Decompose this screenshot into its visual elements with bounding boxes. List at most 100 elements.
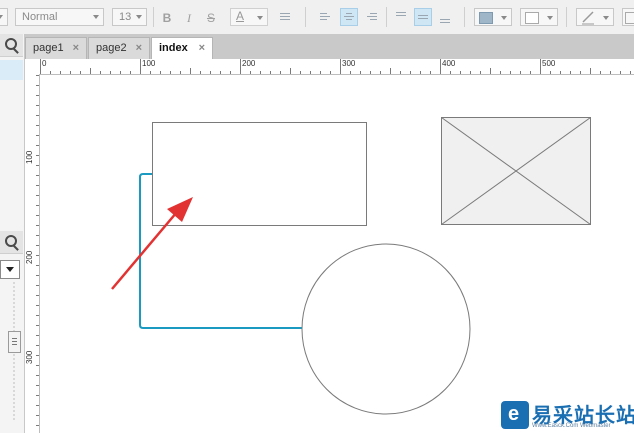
ruler-tick bbox=[580, 71, 581, 74]
border-color-button[interactable] bbox=[520, 8, 558, 26]
ruler-tick bbox=[180, 71, 181, 74]
fill-color-button[interactable] bbox=[474, 8, 512, 26]
ruler-tick bbox=[530, 71, 531, 74]
circle-shape[interactable] bbox=[301, 243, 471, 415]
ruler-tick bbox=[36, 305, 39, 306]
bold-glyph: B bbox=[162, 11, 172, 25]
ruler-tick bbox=[80, 71, 81, 74]
ruler-tick bbox=[36, 325, 39, 326]
align-top-icon[interactable] bbox=[392, 8, 410, 26]
align-center-icon[interactable] bbox=[340, 8, 358, 26]
tab-bar: page1 × page2 × index × bbox=[25, 34, 634, 60]
ruler-tick bbox=[36, 345, 39, 346]
close-icon[interactable]: × bbox=[199, 38, 205, 58]
ruler-tick bbox=[36, 155, 39, 156]
align-bottom-icon[interactable] bbox=[436, 8, 454, 26]
ruler-tick bbox=[370, 71, 371, 74]
more-button[interactable] bbox=[622, 8, 634, 26]
library-dropdown[interactable] bbox=[0, 260, 20, 279]
ruler-tick bbox=[36, 425, 39, 426]
ruler-tick bbox=[36, 195, 39, 196]
ruler-tick bbox=[36, 365, 39, 366]
ruler-tick bbox=[220, 71, 221, 74]
ruler-tick bbox=[260, 71, 261, 74]
close-icon[interactable]: × bbox=[136, 38, 142, 58]
vertical-ruler: 100 200 300 bbox=[25, 74, 40, 433]
ruler-tick bbox=[420, 71, 421, 74]
ruler-tick bbox=[480, 71, 481, 74]
font-style-select[interactable]: Normal bbox=[15, 8, 104, 26]
toolbar-divider bbox=[566, 7, 567, 27]
ruler-corner bbox=[25, 59, 40, 75]
selected-page-item[interactable] bbox=[0, 60, 23, 80]
ruler-tick bbox=[610, 71, 611, 74]
ruler-tick bbox=[440, 59, 441, 74]
ruler-tick bbox=[36, 385, 39, 386]
italic-button[interactable]: I bbox=[180, 8, 198, 26]
tab-index[interactable]: index × bbox=[151, 37, 213, 60]
toolbar-collapsed-dropdown[interactable] bbox=[0, 8, 8, 26]
ruler-tick bbox=[340, 59, 341, 74]
ruler-tick bbox=[36, 245, 39, 246]
ruler-label: 100 bbox=[142, 59, 156, 68]
scrollbar-thumb[interactable] bbox=[8, 331, 21, 353]
toolbar-divider bbox=[464, 7, 465, 27]
search-button[interactable] bbox=[0, 34, 23, 57]
ruler-tick bbox=[560, 71, 561, 74]
line-style-button[interactable] bbox=[576, 8, 614, 26]
font-size-select[interactable]: 13 bbox=[112, 8, 147, 26]
ruler-tick bbox=[36, 405, 39, 406]
close-icon[interactable]: × bbox=[73, 38, 79, 58]
tab-label: page1 bbox=[33, 42, 64, 54]
bullet-list-icon[interactable] bbox=[276, 8, 294, 26]
toolbar-divider bbox=[153, 7, 154, 27]
ruler-tick bbox=[36, 215, 39, 216]
ruler-tick bbox=[170, 71, 171, 74]
canvas-svg bbox=[111, 117, 591, 415]
ruler-tick bbox=[630, 71, 631, 74]
ruler-tick bbox=[330, 71, 331, 74]
ruler-tick bbox=[36, 335, 39, 336]
toolbar: Normal 13 B I S A bbox=[0, 0, 634, 35]
ruler-label: 200 bbox=[25, 250, 34, 264]
align-left-icon[interactable] bbox=[316, 8, 334, 26]
tab-page1[interactable]: page1 × bbox=[25, 37, 87, 59]
horizontal-ruler: 0 100 200 300 400 500 bbox=[39, 59, 634, 75]
ruler-tick bbox=[36, 395, 39, 396]
ruler-tick bbox=[410, 71, 411, 74]
ruler-tick bbox=[36, 125, 39, 126]
ruler-tick bbox=[350, 71, 351, 74]
align-middle-icon[interactable] bbox=[414, 8, 432, 26]
search-icon bbox=[5, 38, 17, 50]
image-placeholder[interactable] bbox=[441, 117, 591, 225]
chevron-down-icon bbox=[6, 267, 14, 272]
watermark-subtext: Www.Easck.Com Webmaster bbox=[532, 423, 611, 429]
ruler-label: 400 bbox=[442, 59, 456, 68]
search-button-2[interactable] bbox=[0, 231, 23, 254]
watermark: 易采站长站 Www.Easck.Com Webmaster bbox=[498, 398, 634, 433]
design-canvas[interactable] bbox=[40, 75, 634, 433]
ruler-tick bbox=[110, 71, 111, 74]
ruler-tick bbox=[210, 71, 211, 74]
ruler-tick bbox=[540, 59, 541, 74]
ruler-tick bbox=[510, 71, 511, 74]
ruler-tick bbox=[230, 71, 231, 74]
ruler-tick bbox=[500, 71, 501, 74]
bold-button[interactable]: B bbox=[158, 8, 176, 26]
ruler-tick bbox=[150, 71, 151, 74]
ruler-tick bbox=[60, 71, 61, 74]
toolbar-divider bbox=[386, 7, 387, 27]
strikethrough-button[interactable]: S bbox=[202, 8, 220, 26]
italic-glyph: I bbox=[187, 11, 191, 25]
ruler-tick bbox=[36, 235, 39, 236]
ruler-tick bbox=[36, 205, 39, 206]
ruler-tick bbox=[36, 375, 39, 376]
ruler-tick bbox=[590, 68, 591, 74]
ruler-tick bbox=[270, 71, 271, 74]
ruler-tick bbox=[520, 71, 521, 74]
font-color-button[interactable]: A bbox=[230, 8, 268, 26]
tab-page2[interactable]: page2 × bbox=[88, 37, 150, 59]
ruler-tick bbox=[36, 75, 39, 76]
ruler-tick bbox=[36, 95, 39, 96]
align-right-icon[interactable] bbox=[363, 8, 381, 26]
